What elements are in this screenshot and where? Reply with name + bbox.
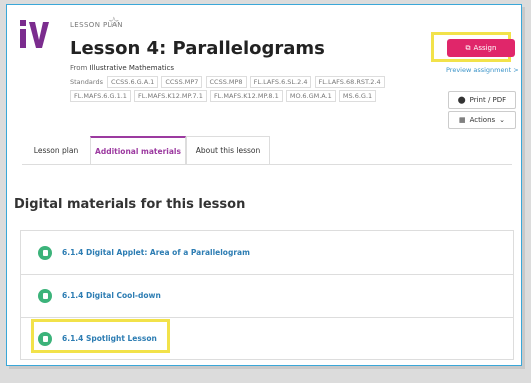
grid-icon: ▦ bbox=[458, 116, 466, 124]
list-item[interactable]: 6.1.4 Digital Applet: Area of a Parallel… bbox=[21, 231, 513, 275]
star-outline-icon[interactable]: ☆ bbox=[108, 16, 120, 29]
actions-button[interactable]: ▦ Actions ⌄ bbox=[448, 111, 516, 129]
illustrative-mathematics-logo[interactable] bbox=[18, 18, 52, 50]
standard-tag[interactable]: MS.6.G.1 bbox=[338, 90, 377, 102]
tab-about-this-lesson[interactable]: About this lesson bbox=[186, 136, 270, 164]
preview-assignment-link[interactable]: Preview assignment > bbox=[446, 66, 519, 74]
tab-label: About this lesson bbox=[195, 146, 261, 155]
standard-tag[interactable]: FL.MAFS.6.G.1.1 bbox=[70, 90, 131, 102]
tab-label: Additional materials bbox=[95, 146, 181, 156]
assign-button[interactable]: ⧉ Assign bbox=[447, 39, 515, 57]
assign-label: Assign bbox=[473, 44, 497, 52]
lesson-tabs: Lesson plan Additional materials About t… bbox=[22, 136, 512, 165]
material-link[interactable]: 6.1.4 Digital Cool-down bbox=[62, 291, 161, 300]
standard-tag[interactable]: FL.LAFS.68.RST.2.4 bbox=[314, 76, 385, 88]
print-pdf-button[interactable]: ⬤ Print / PDF bbox=[448, 91, 516, 109]
external-link-icon: ⧉ bbox=[465, 43, 471, 52]
standard-tag[interactable]: FL.MAFS.K12.MP.8.1 bbox=[209, 90, 283, 102]
section-title: Digital materials for this lesson bbox=[14, 197, 246, 212]
standard-tag[interactable]: CCSS.6.G.A.1 bbox=[107, 76, 159, 88]
standard-tag[interactable]: CCSS.MP8 bbox=[205, 76, 247, 88]
standards-list: Standards CCSS.6.G.A.1 CCSS.MP7 CCSS.MP8… bbox=[70, 76, 400, 104]
standard-tag[interactable]: FL.MAFS.K12.MP.7.1 bbox=[134, 90, 207, 102]
standards-label: Standards bbox=[70, 78, 103, 86]
print-label: Print / PDF bbox=[469, 96, 507, 104]
standard-tag[interactable]: FL.LAFS.6.SL.2.4 bbox=[249, 76, 312, 88]
document-icon bbox=[38, 288, 52, 303]
standard-tag[interactable]: MO.6.GM.A.1 bbox=[285, 90, 336, 102]
source-line: From Illustrative Mathematics bbox=[70, 64, 174, 72]
list-item[interactable]: 6.1.4 Digital Cool-down bbox=[21, 274, 513, 318]
actions-label: Actions bbox=[469, 116, 496, 124]
page-title: Lesson 4: Parallelograms bbox=[70, 38, 325, 59]
material-link[interactable]: 6.1.4 Digital Applet: Area of a Parallel… bbox=[62, 248, 250, 257]
from-label: From bbox=[70, 64, 88, 72]
chevron-down-icon: ⌄ bbox=[499, 116, 506, 124]
tab-label: Lesson plan bbox=[33, 145, 79, 155]
document-icon bbox=[38, 245, 52, 260]
printer-icon: ⬤ bbox=[457, 96, 466, 104]
tab-lesson-plan[interactable]: Lesson plan bbox=[22, 136, 90, 164]
standard-tag[interactable]: CCSS.MP7 bbox=[161, 76, 203, 88]
source-name[interactable]: Illustrative Mathematics bbox=[90, 64, 174, 72]
tab-additional-materials[interactable]: Additional materials bbox=[90, 136, 186, 164]
spotlight-highlight bbox=[31, 319, 170, 353]
